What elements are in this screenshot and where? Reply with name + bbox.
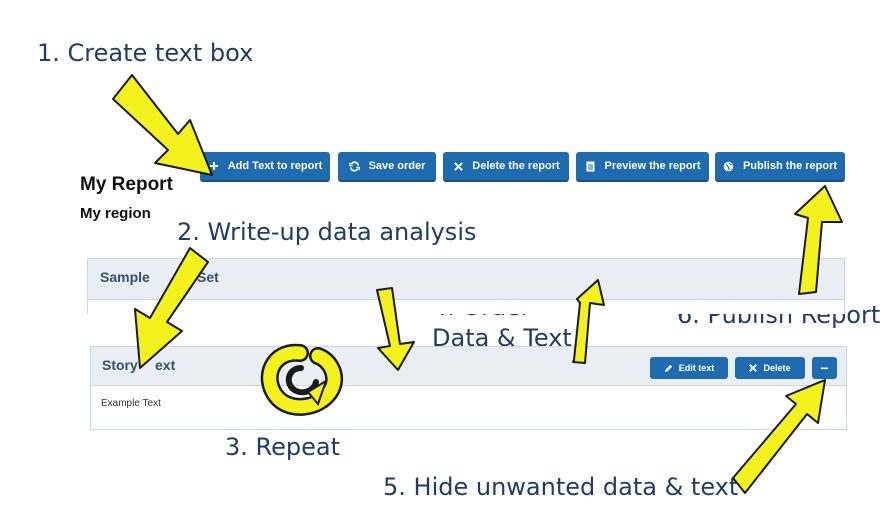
arrow-to-collapse-button-icon <box>732 379 826 494</box>
arrow-to-story-panel-icon <box>134 247 209 369</box>
arrow-order-up-icon <box>572 279 605 364</box>
annotation-arrows <box>112 74 843 494</box>
arrow-to-publish-button-icon <box>794 185 843 295</box>
repeat-circular-arrow-icon <box>260 343 344 416</box>
arrow-order-down-icon <box>376 287 415 371</box>
arrow-to-add-text-icon <box>112 74 213 176</box>
